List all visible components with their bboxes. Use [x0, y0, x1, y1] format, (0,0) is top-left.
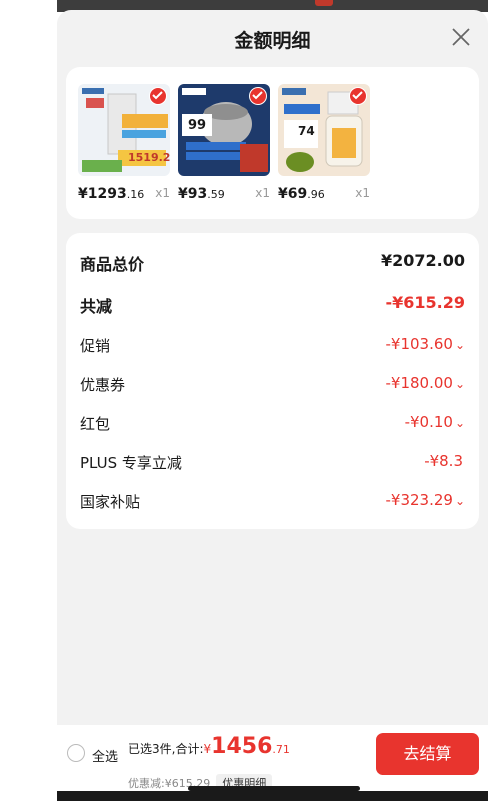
- select-all-label[interactable]: 全选: [92, 746, 118, 765]
- selected-total: 已选3件,合计:¥1456.71: [128, 734, 290, 759]
- summary-label: 国家补贴: [80, 493, 141, 511]
- summary-value: -¥0.10 ⌄: [404, 413, 465, 431]
- product-thumb-price: 74: [298, 124, 315, 138]
- summary-row-total: 商品总价 ¥2072.00: [80, 251, 465, 275]
- summary-row-red-packet[interactable]: 红包 -¥0.10 ⌄: [80, 413, 465, 437]
- product-thumbnail[interactable]: 1519.2: [78, 84, 170, 176]
- close-button[interactable]: [450, 26, 472, 48]
- summary-row-coupon[interactable]: 优惠券 -¥180.00 ⌄: [80, 374, 465, 398]
- chevron-down-icon: ⌄: [454, 416, 465, 430]
- product-item[interactable]: 1519.2 ¥1293.16 x1: [78, 84, 170, 203]
- summary-label: 促销: [80, 337, 111, 355]
- summary-value: ¥2072.00: [380, 251, 465, 270]
- product-thumbnail[interactable]: 99: [178, 84, 270, 176]
- summary-label: 红包: [80, 415, 111, 433]
- product-item[interactable]: 99 ¥93.59 x1: [178, 84, 270, 203]
- summary-row-plus: PLUS 专享立减 -¥8.3: [80, 452, 465, 476]
- product-price-row: ¥69.96 x1: [278, 183, 370, 203]
- chevron-down-icon: ⌄: [454, 377, 465, 391]
- total-amount: 1456: [211, 734, 273, 759]
- home-indicator: [188, 786, 360, 791]
- summary-label: 共减: [80, 297, 113, 316]
- summary-value: -¥323.29 ⌄: [385, 491, 465, 509]
- left-margin: [0, 0, 57, 801]
- product-price-row: ¥1293.16 x1: [78, 183, 170, 203]
- amount-detail-sheet: 金额明细 1519.2 ¥1293.16 x1 99 ¥93.59 x1 74 …: [57, 10, 488, 801]
- summary-row-reduced: 共减 -¥615.29: [80, 293, 465, 317]
- right-margin: [488, 0, 500, 801]
- summary-value: -¥180.00 ⌄: [385, 374, 465, 392]
- summary-row-subsidy[interactable]: 国家补贴 -¥323.29 ⌄: [80, 491, 465, 515]
- product-price-row: ¥93.59 x1: [178, 183, 270, 203]
- selected-check-icon[interactable]: [149, 87, 167, 105]
- products-card: 1519.2 ¥1293.16 x1 99 ¥93.59 x1 74 ¥69.9…: [66, 67, 479, 219]
- chevron-down-icon: ⌄: [454, 494, 465, 508]
- product-quantity: x1: [355, 186, 370, 200]
- summary-value: -¥103.60 ⌄: [385, 335, 465, 353]
- product-thumb-price: 1519.2: [128, 151, 170, 164]
- product-thumbnail[interactable]: 74: [278, 84, 370, 176]
- close-icon: [452, 28, 470, 46]
- summary-label: 商品总价: [80, 255, 145, 274]
- product-price: ¥69.96: [278, 186, 325, 202]
- price-summary-card: 商品总价 ¥2072.00 共减 -¥615.29 促销 -¥103.60 ⌄ 优…: [66, 233, 479, 529]
- underlying-red-chip: [315, 0, 333, 6]
- product-price: ¥93.59: [178, 186, 225, 202]
- select-all-radio[interactable]: [67, 744, 85, 762]
- product-quantity: x1: [255, 186, 270, 200]
- summary-value: -¥8.3: [424, 452, 463, 470]
- bottom-strip: [57, 791, 488, 801]
- product-price: ¥1293.16: [78, 186, 145, 202]
- selected-check-icon[interactable]: [349, 87, 367, 105]
- sheet-title: 金额明细: [234, 30, 311, 52]
- summary-label: PLUS 专享立减: [80, 454, 182, 472]
- selected-check-icon[interactable]: [249, 87, 267, 105]
- product-quantity: x1: [155, 186, 170, 200]
- product-item[interactable]: 74 ¥69.96 x1: [278, 84, 370, 203]
- checkout-button[interactable]: 去结算: [376, 733, 479, 775]
- total-amount-decimal: .71: [272, 743, 290, 756]
- product-thumb-price: 99: [188, 118, 207, 133]
- chevron-down-icon: ⌄: [454, 338, 465, 352]
- currency-symbol: ¥: [203, 742, 212, 756]
- selected-count-text: 已选3件,合计:: [128, 742, 204, 756]
- summary-row-promotion[interactable]: 促销 -¥103.60 ⌄: [80, 335, 465, 359]
- summary-label: 优惠券: [80, 376, 126, 394]
- summary-value: -¥615.29: [385, 293, 465, 312]
